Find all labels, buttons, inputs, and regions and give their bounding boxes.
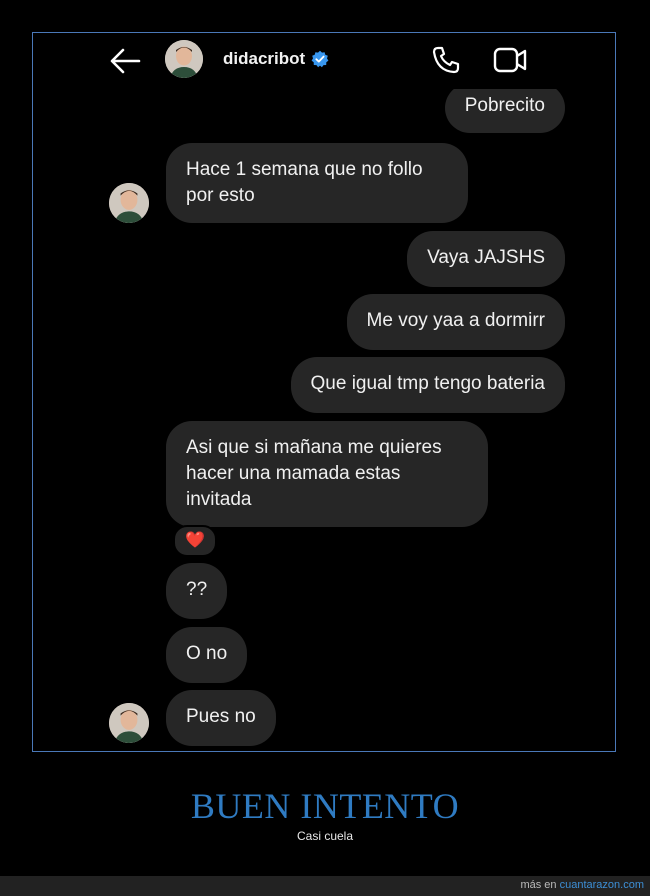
avatar[interactable] [165, 40, 203, 78]
message-bubble-sent[interactable]: Vaya JAJSHS [407, 231, 565, 287]
message-bubble-sent[interactable]: Pobrecito [444, 83, 565, 133]
caption-title: BUEN INTENTO [190, 786, 460, 826]
heart-reaction-icon[interactable]: ❤️ [173, 525, 217, 557]
chat-screenshot-frame: didacribot Pobrecito Hace 1 semana que n… [32, 32, 616, 752]
footer-bar: más en cuantarazon.com [0, 876, 650, 896]
video-camera-icon[interactable] [493, 45, 527, 75]
message-bubble-received[interactable]: Asi que si mañana me quieres hacer una m… [166, 421, 488, 527]
message-bubble-sent[interactable]: Que igual tmp tengo bateria [290, 357, 565, 413]
arrow-left-icon[interactable] [109, 47, 141, 75]
profile-photo-icon [109, 183, 149, 223]
avatar [109, 703, 149, 743]
message-bubble-received[interactable]: O no [166, 627, 248, 683]
chat-header: didacribot [33, 33, 615, 89]
chat-username[interactable]: didacribot [223, 49, 305, 69]
phone-icon[interactable] [431, 45, 461, 75]
message-bubble-received[interactable]: Hace 1 semana que no follo por esto [166, 143, 468, 223]
profile-photo-icon [109, 703, 149, 743]
message-bubble-received[interactable]: Pues no [166, 690, 276, 746]
footer-text: más en cuantarazon.com [520, 879, 644, 891]
site-link[interactable]: cuantarazon.com [560, 879, 644, 891]
verified-badge-icon [311, 50, 329, 68]
message-bubble-sent[interactable]: Me voy yaa a dormirr [346, 294, 565, 350]
profile-photo-icon [165, 40, 203, 78]
message-bubble-received[interactable]: ?? [166, 563, 228, 619]
caption-subtitle: Casi cuela [296, 829, 354, 843]
footer-prefix: más en [520, 879, 557, 891]
avatar [109, 183, 149, 223]
